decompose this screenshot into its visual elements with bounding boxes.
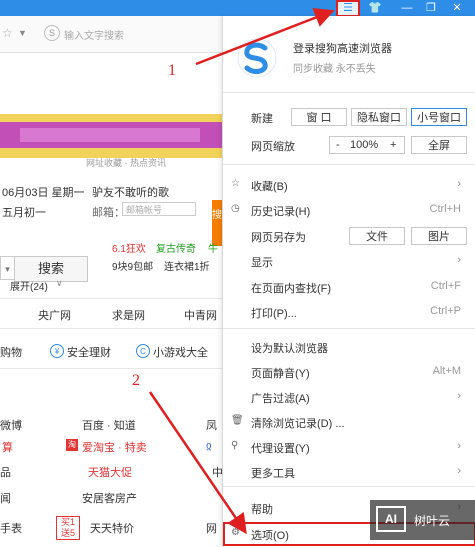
watermark-text: 树叶云 <box>414 514 451 528</box>
arrow-1 <box>195 8 335 66</box>
watermark: AI 树叶云 <box>370 500 475 540</box>
annotation-label-1: 1 <box>168 62 176 79</box>
annotation-arrows <box>148 8 335 535</box>
annotation-label-2: 2 <box>132 372 140 389</box>
watermark-logo-icon: AI <box>376 506 406 532</box>
arrow-2 <box>148 391 247 535</box>
